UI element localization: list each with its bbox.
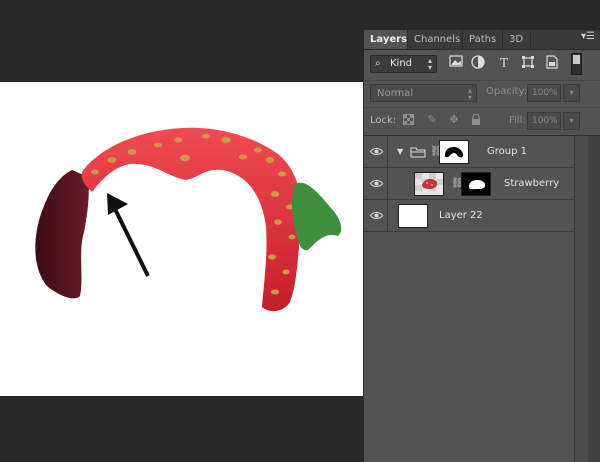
layers-panel: Layers Channels Paths 3D ▾☰ ⌕ Kind ▴ ▾ T … [363, 30, 600, 462]
panel-menu-icon[interactable]: ▾☰ [581, 31, 595, 42]
blend-mode-value: Normal [377, 88, 414, 99]
blend-row: Normal ▴ ▾ Opacity: 100% ▾ [364, 80, 600, 108]
layer-thumbnail[interactable] [414, 172, 444, 196]
filter-kind-select[interactable]: ⌕ Kind ▴ ▾ [370, 55, 437, 73]
layer-name: Strawberry [504, 178, 560, 189]
search-icon: ⌕ [375, 58, 381, 69]
updown-arrows-icon: ▴ ▾ [427, 56, 432, 72]
document-canvas[interactable] [0, 82, 363, 396]
adjustment-filter-icon[interactable] [470, 55, 486, 71]
lock-row: Lock: ✎ ✥ Fill: 100% ▾ [364, 107, 600, 136]
tab-paths[interactable]: Paths [463, 30, 503, 49]
layer-row-group-1[interactable]: ▼ ⛓ Group 1 [364, 136, 574, 168]
group-mask-thumbnail[interactable] [439, 140, 469, 164]
lock-transparent-icon[interactable] [402, 114, 414, 126]
opacity-field[interactable]: 100% [527, 84, 561, 102]
panel-dock-header [363, 0, 600, 30]
layers-list: ▼ ⛓ Group 1 ⛓ Strawberry Layer 22 [364, 136, 574, 462]
filter-toggle[interactable] [571, 53, 582, 75]
eye-icon [370, 179, 383, 188]
layer-row-strawberry[interactable]: ⛓ Strawberry [364, 168, 574, 200]
blend-mode-select[interactable]: Normal ▴ ▾ [370, 84, 477, 102]
smart-object-filter-icon[interactable] [544, 55, 560, 71]
link-chain-icon[interactable]: ⛓ [430, 146, 443, 157]
eye-icon [370, 211, 383, 220]
tab-3d[interactable]: 3D [503, 30, 531, 49]
filter-kind-label: Kind [390, 58, 413, 69]
fill-dropdown-button[interactable]: ▾ [563, 112, 580, 130]
lock-all-icon[interactable] [470, 113, 482, 126]
opacity-dropdown-button[interactable]: ▾ [563, 84, 580, 102]
folder-icon [410, 147, 426, 158]
workspace [0, 0, 363, 462]
type-filter-icon[interactable]: T [496, 55, 512, 71]
fill-field[interactable]: 100% [527, 112, 561, 130]
strawberry-arch [81, 127, 302, 312]
panel-side-strip [588, 136, 600, 462]
pointer-arrow [107, 193, 150, 277]
updown-arrows-icon: ▴ ▾ [467, 86, 472, 102]
filter-row: ⌕ Kind ▴ ▾ T [364, 50, 600, 81]
disclosure-triangle-icon[interactable]: ▼ [397, 147, 403, 156]
layers-scrollbar[interactable] [574, 136, 588, 462]
lock-position-icon[interactable]: ✥ [448, 114, 460, 126]
fill-label: Fill: [509, 115, 526, 126]
panel-tabs: Layers Channels Paths 3D ▾☰ [364, 30, 600, 50]
opacity-label: Opacity: [486, 86, 528, 97]
shape-filter-icon[interactable] [520, 55, 536, 71]
visibility-toggle[interactable] [364, 200, 388, 231]
canvas-artwork [35, 127, 342, 312]
layer-thumbnail[interactable] [398, 204, 428, 228]
visibility-toggle[interactable] [364, 136, 388, 167]
layer-name: Group 1 [487, 146, 527, 157]
layer-row-layer-22[interactable]: Layer 22 [364, 200, 574, 232]
eye-icon [370, 147, 383, 156]
visibility-toggle[interactable] [364, 168, 388, 199]
tab-channels[interactable]: Channels [408, 30, 463, 49]
lock-paint-icon[interactable]: ✎ [426, 114, 438, 126]
strawberry-leaf [292, 182, 342, 251]
layer-name: Layer 22 [439, 210, 483, 221]
tab-layers[interactable]: Layers [364, 30, 408, 49]
layer-mask-thumbnail[interactable] [461, 172, 491, 196]
dark-strawberry-piece [35, 170, 89, 299]
link-chain-icon[interactable]: ⛓ [451, 178, 464, 189]
pixel-filter-icon[interactable] [448, 55, 464, 71]
lock-label: Lock: [370, 115, 397, 126]
